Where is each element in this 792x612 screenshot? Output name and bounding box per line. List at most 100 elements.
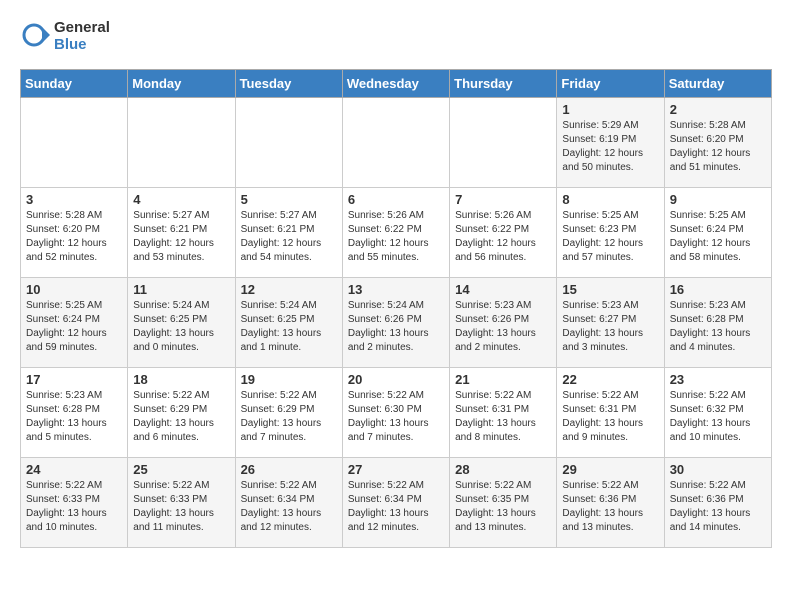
logo-svg <box>20 21 52 53</box>
day-number: 17 <box>26 372 122 387</box>
day-number: 22 <box>562 372 658 387</box>
calendar-table: SundayMondayTuesdayWednesdayThursdayFrid… <box>20 69 772 548</box>
calendar-cell: 4Sunrise: 5:27 AM Sunset: 6:21 PM Daylig… <box>128 188 235 278</box>
calendar-cell: 24 Sunrise: 5:22 AM Sunset: 6:33 PM Dayli… <box>21 458 128 548</box>
calendar-cell: 12 Sunrise: 5:24 AM Sunset: 6:25 PM Dayli… <box>235 278 342 368</box>
day-info: Sunrise: 5:25 AM Sunset: 6:23 PM Dayligh… <box>562 209 658 265</box>
day-info: Sunrise: 5:23 AM Sunset: 6:27 PM Dayligh… <box>562 299 658 355</box>
day-number: 11 <box>133 282 229 297</box>
week-row-1: 1 Sunrise: 5:29 AM Sunset: 6:19 PM Daylig… <box>21 98 772 188</box>
calendar-cell: 7Sunrise: 5:26 AM Sunset: 6:22 PM Daylig… <box>450 188 557 278</box>
calendar-cell: 22 Sunrise: 5:22 AM Sunset: 6:31 PM Dayli… <box>557 368 664 458</box>
day-number: 3 <box>26 192 122 207</box>
day-info: Sunrise: 5:28 AM Sunset: 6:20 PM Dayligh… <box>670 119 766 175</box>
day-info: Sunrise: 5:24 AM Sunset: 6:26 PM Dayligh… <box>348 299 444 355</box>
calendar-cell <box>128 98 235 188</box>
week-row-4: 17 Sunrise: 5:23 AM Sunset: 6:28 PM Dayli… <box>21 368 772 458</box>
calendar-cell <box>342 98 449 188</box>
calendar-cell: 2 Sunrise: 5:28 AM Sunset: 6:20 PM Daylig… <box>664 98 771 188</box>
day-number: 5 <box>241 192 337 207</box>
logo-blue-text: Blue <box>54 37 110 54</box>
calendar-cell: 29 Sunrise: 5:22 AM Sunset: 6:36 PM Dayli… <box>557 458 664 548</box>
calendar-cell: 19Sunrise: 5:22 AM Sunset: 6:29 PM Dayli… <box>235 368 342 458</box>
day-header-thursday: Thursday <box>450 70 557 98</box>
day-header-wednesday: Wednesday <box>342 70 449 98</box>
day-info: Sunrise: 5:25 AM Sunset: 6:24 PM Dayligh… <box>26 299 122 355</box>
day-info: Sunrise: 5:27 AM Sunset: 6:21 PM Dayligh… <box>241 209 337 265</box>
calendar-cell <box>21 98 128 188</box>
day-info: Sunrise: 5:22 AM Sunset: 6:32 PM Dayligh… <box>670 389 766 445</box>
day-header-saturday: Saturday <box>664 70 771 98</box>
calendar-cell: 8 Sunrise: 5:25 AM Sunset: 6:23 PM Daylig… <box>557 188 664 278</box>
week-row-3: 10 Sunrise: 5:25 AM Sunset: 6:24 PM Dayli… <box>21 278 772 368</box>
day-info: Sunrise: 5:22 AM Sunset: 6:36 PM Dayligh… <box>562 479 658 535</box>
day-info: Sunrise: 5:22 AM Sunset: 6:35 PM Dayligh… <box>455 479 551 535</box>
day-number: 8 <box>562 192 658 207</box>
day-info: Sunrise: 5:22 AM Sunset: 6:36 PM Dayligh… <box>670 479 766 535</box>
day-info: Sunrise: 5:22 AM Sunset: 6:33 PM Dayligh… <box>26 479 122 535</box>
calendar-cell <box>450 98 557 188</box>
day-number: 26 <box>241 462 337 477</box>
calendar-body: 1 Sunrise: 5:29 AM Sunset: 6:19 PM Daylig… <box>21 98 772 548</box>
day-header-monday: Monday <box>128 70 235 98</box>
day-number: 14 <box>455 282 551 297</box>
day-number: 1 <box>562 102 658 117</box>
day-info: Sunrise: 5:23 AM Sunset: 6:28 PM Dayligh… <box>670 299 766 355</box>
day-number: 25 <box>133 462 229 477</box>
calendar-cell: 9Sunrise: 5:25 AM Sunset: 6:24 PM Daylig… <box>664 188 771 278</box>
day-number: 16 <box>670 282 766 297</box>
day-info: Sunrise: 5:22 AM Sunset: 6:34 PM Dayligh… <box>241 479 337 535</box>
day-number: 10 <box>26 282 122 297</box>
calendar-cell: 23Sunrise: 5:22 AM Sunset: 6:32 PM Dayli… <box>664 368 771 458</box>
day-info: Sunrise: 5:23 AM Sunset: 6:28 PM Dayligh… <box>26 389 122 445</box>
day-number: 29 <box>562 462 658 477</box>
calendar-cell: 25 Sunrise: 5:22 AM Sunset: 6:33 PM Dayli… <box>128 458 235 548</box>
calendar-cell: 14 Sunrise: 5:23 AM Sunset: 6:26 PM Dayli… <box>450 278 557 368</box>
day-number: 18 <box>133 372 229 387</box>
calendar-cell: 11Sunrise: 5:24 AM Sunset: 6:25 PM Dayli… <box>128 278 235 368</box>
day-header-sunday: Sunday <box>21 70 128 98</box>
day-info: Sunrise: 5:23 AM Sunset: 6:26 PM Dayligh… <box>455 299 551 355</box>
day-number: 20 <box>348 372 444 387</box>
calendar-cell: 1 Sunrise: 5:29 AM Sunset: 6:19 PM Daylig… <box>557 98 664 188</box>
day-info: Sunrise: 5:29 AM Sunset: 6:19 PM Dayligh… <box>562 119 658 175</box>
day-number: 21 <box>455 372 551 387</box>
day-info: Sunrise: 5:26 AM Sunset: 6:22 PM Dayligh… <box>348 209 444 265</box>
day-info: Sunrise: 5:22 AM Sunset: 6:34 PM Dayligh… <box>348 479 444 535</box>
day-number: 4 <box>133 192 229 207</box>
day-number: 30 <box>670 462 766 477</box>
day-info: Sunrise: 5:22 AM Sunset: 6:29 PM Dayligh… <box>133 389 229 445</box>
day-info: Sunrise: 5:26 AM Sunset: 6:22 PM Dayligh… <box>455 209 551 265</box>
calendar-cell: 15 Sunrise: 5:23 AM Sunset: 6:27 PM Dayli… <box>557 278 664 368</box>
logo-general-text: General <box>54 20 110 37</box>
calendar-cell: 17 Sunrise: 5:23 AM Sunset: 6:28 PM Dayli… <box>21 368 128 458</box>
calendar-cell: 16 Sunrise: 5:23 AM Sunset: 6:28 PM Dayli… <box>664 278 771 368</box>
day-number: 27 <box>348 462 444 477</box>
day-info: Sunrise: 5:22 AM Sunset: 6:33 PM Dayligh… <box>133 479 229 535</box>
day-number: 24 <box>26 462 122 477</box>
calendar-cell: 26 Sunrise: 5:22 AM Sunset: 6:34 PM Dayli… <box>235 458 342 548</box>
day-info: Sunrise: 5:22 AM Sunset: 6:31 PM Dayligh… <box>455 389 551 445</box>
day-number: 19 <box>241 372 337 387</box>
calendar-cell: 6 Sunrise: 5:26 AM Sunset: 6:22 PM Daylig… <box>342 188 449 278</box>
day-headers-row: SundayMondayTuesdayWednesdayThursdayFrid… <box>21 70 772 98</box>
day-number: 2 <box>670 102 766 117</box>
calendar-cell: 13 Sunrise: 5:24 AM Sunset: 6:26 PM Dayli… <box>342 278 449 368</box>
calendar-cell: 3Sunrise: 5:28 AM Sunset: 6:20 PM Daylig… <box>21 188 128 278</box>
day-number: 13 <box>348 282 444 297</box>
day-number: 12 <box>241 282 337 297</box>
day-info: Sunrise: 5:24 AM Sunset: 6:25 PM Dayligh… <box>241 299 337 355</box>
calendar-cell: 30 Sunrise: 5:22 AM Sunset: 6:36 PM Dayli… <box>664 458 771 548</box>
day-number: 6 <box>348 192 444 207</box>
calendar-cell: 5 Sunrise: 5:27 AM Sunset: 6:21 PM Daylig… <box>235 188 342 278</box>
calendar-cell: 18 Sunrise: 5:22 AM Sunset: 6:29 PM Dayli… <box>128 368 235 458</box>
day-number: 15 <box>562 282 658 297</box>
day-header-friday: Friday <box>557 70 664 98</box>
calendar-cell: 20 Sunrise: 5:22 AM Sunset: 6:30 PM Dayli… <box>342 368 449 458</box>
header: General Blue <box>20 20 772 53</box>
day-header-tuesday: Tuesday <box>235 70 342 98</box>
day-info: Sunrise: 5:22 AM Sunset: 6:30 PM Dayligh… <box>348 389 444 445</box>
day-info: Sunrise: 5:22 AM Sunset: 6:31 PM Dayligh… <box>562 389 658 445</box>
logo: General Blue <box>20 20 110 53</box>
calendar-cell <box>235 98 342 188</box>
